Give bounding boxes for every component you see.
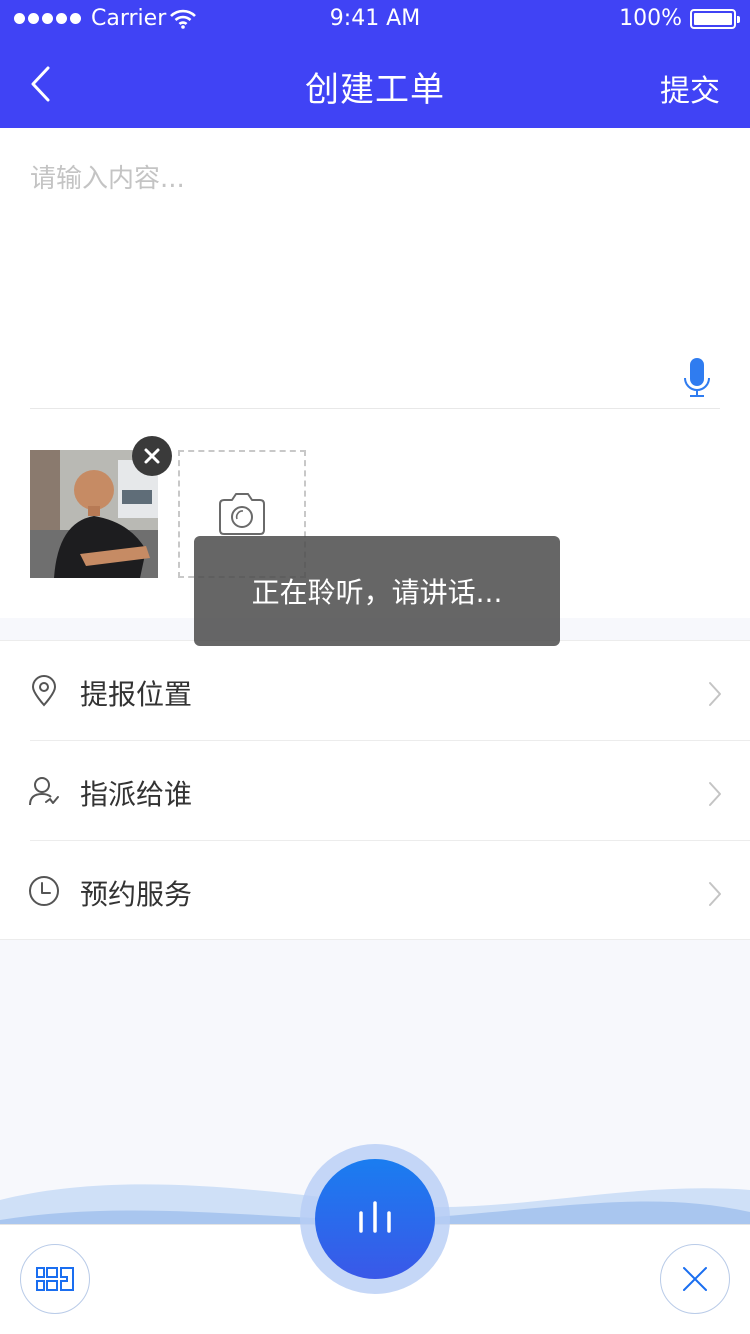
menu-item-label: 指派给谁: [80, 778, 193, 811]
battery-group: 100%: [619, 6, 740, 31]
remove-photo-button[interactable]: [132, 436, 172, 476]
input-divider: [30, 408, 720, 409]
chevron-right-icon: [709, 782, 721, 806]
voice-record-button[interactable]: [300, 1144, 450, 1294]
chevron-right-icon: [709, 682, 721, 706]
listening-toast: 正在聆听，请讲话...: [194, 536, 560, 646]
grid-layout-icon: [36, 1267, 74, 1291]
menu-item-schedule[interactable]: 预约服务: [0, 841, 750, 941]
microphone-icon: [684, 358, 710, 397]
menu-item-label: 预约服务: [80, 878, 193, 911]
menu-item-label: 提报位置: [80, 678, 193, 711]
menu-list: 提报位置 指派给谁 预约服务: [0, 640, 750, 940]
battery-icon: [690, 8, 740, 29]
microphone-button[interactable]: [682, 356, 712, 400]
menu-item-location[interactable]: 提报位置: [0, 641, 750, 741]
status-bar: Carrier 9:41 AM 100%: [0, 0, 750, 40]
close-icon: [144, 448, 160, 464]
voice-button-core: [315, 1159, 435, 1279]
clock-icon: [29, 876, 59, 906]
close-icon: [683, 1267, 707, 1291]
app-header: Carrier 9:41 AM 100% 创建工单 提交: [0, 0, 750, 128]
location-pin-icon: [31, 675, 57, 707]
chevron-right-icon: [709, 882, 721, 906]
menu-item-assign[interactable]: 指派给谁: [0, 741, 750, 841]
submit-button[interactable]: 提交: [660, 66, 720, 110]
user-assign-icon: [29, 777, 59, 806]
voice-toolbar: [0, 1140, 750, 1334]
camera-icon: [219, 493, 265, 535]
audio-bars-icon: [359, 1201, 391, 1233]
page-title: 创建工单: [305, 70, 445, 110]
battery-percent: 100%: [619, 6, 682, 31]
nav-bar: 创建工单 提交: [0, 40, 750, 128]
cancel-voice-button[interactable]: [660, 1244, 730, 1314]
content-input[interactable]: [30, 158, 670, 388]
keyboard-toggle-button[interactable]: [20, 1244, 90, 1314]
